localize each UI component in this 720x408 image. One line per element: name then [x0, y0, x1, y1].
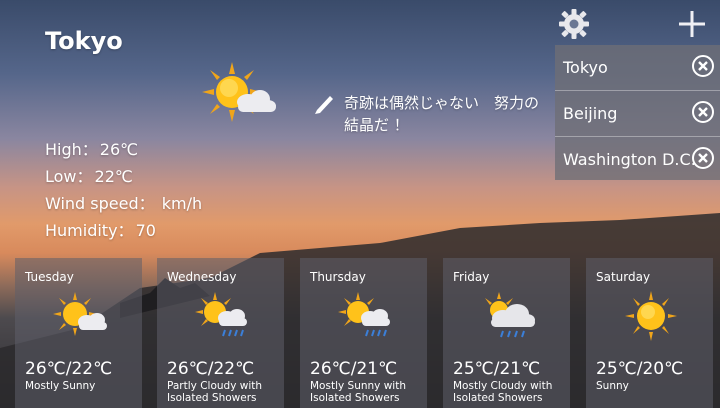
current-stats: High： 26℃ Low： 22℃ Wind speed： km/h Humidi… — [45, 136, 204, 244]
note-content: 奇跡は偶然じゃない 努力の結晶だ ！ — [344, 94, 540, 134]
forecast-temp: 26℃/22℃ — [25, 359, 113, 379]
city-item-label: Beijing — [563, 104, 618, 123]
forecast-card-tuesday[interactable]: Tuesday 26℃/22℃ Mostly Sunny — [15, 258, 142, 408]
forecast-desc: Sunny — [596, 380, 629, 392]
forecast-day: Thursday — [310, 270, 366, 284]
forecast-day: Tuesday — [25, 270, 74, 284]
city-item-tokyo[interactable]: Tokyo — [555, 45, 720, 91]
pencil-icon[interactable] — [312, 92, 336, 114]
forecast-day: Wednesday — [167, 270, 237, 284]
sun-cloud-rain-icon — [338, 292, 390, 337]
forecast-card-wednesday[interactable]: Wednesday 26℃/22℃ Partly Cloudy with Iso… — [157, 258, 284, 408]
wind-value: km/h — [156, 194, 203, 213]
forecast-card-friday[interactable]: Friday 25℃/21℃ Mostly Cloudy with Isolat… — [443, 258, 570, 408]
high-label: High： — [45, 140, 98, 159]
forecast-desc: Mostly Cloudy with Isolated Showers — [453, 380, 553, 404]
forecast-temp: 26℃/21℃ — [310, 359, 398, 379]
note-text[interactable]: 奇跡は偶然じゃない 努力の結晶だ ！ — [312, 92, 540, 136]
humidity-value: 70 — [135, 221, 156, 240]
sun-icon — [625, 291, 677, 341]
wind-row: Wind speed： km/h — [45, 190, 204, 217]
humidity-label: Humidity： — [45, 221, 134, 240]
high-row: High： 26℃ — [45, 136, 204, 163]
forecast-card-saturday[interactable]: Saturday 25℃/20℃ Sunny — [586, 258, 713, 408]
city-item-beijing[interactable]: Beijing — [555, 91, 720, 137]
city-title: Tokyo — [45, 27, 123, 55]
low-label: Low： — [45, 167, 93, 186]
low-value: 22℃ — [94, 167, 133, 186]
city-list-dropdown: Tokyo Beijing Washington D.C. — [555, 45, 720, 180]
low-row: Low： 22℃ — [45, 163, 204, 190]
forecast-desc: Mostly Sunny — [25, 380, 96, 392]
forecast-temp: 25℃/20℃ — [596, 359, 684, 379]
add-city-icon[interactable] — [675, 7, 709, 41]
forecast-temp: 25℃/21℃ — [453, 359, 541, 379]
forecast-desc: Partly Cloudy with Isolated Showers — [167, 380, 263, 404]
forecast-desc: Mostly Sunny with Isolated Showers — [310, 380, 406, 404]
gear-icon[interactable] — [557, 7, 591, 41]
remove-city-icon[interactable] — [692, 147, 714, 169]
cloud-rain-icon — [485, 292, 535, 338]
high-value: 26℃ — [99, 140, 139, 159]
forecast-temp: 26℃/22℃ — [167, 359, 255, 379]
forecast-card-thursday[interactable]: Thursday 26℃/21℃ Mostly Sunny with Isola… — [300, 258, 427, 408]
sun-cloud-icon — [53, 292, 107, 336]
wind-label: Wind speed： — [45, 194, 155, 213]
remove-city-icon[interactable] — [692, 101, 714, 123]
city-item-washington[interactable]: Washington D.C. — [555, 137, 720, 182]
current-weather-sun-cloud-icon — [202, 62, 276, 122]
remove-city-icon[interactable] — [692, 55, 714, 77]
city-item-label: Tokyo — [563, 58, 608, 77]
forecast-day: Saturday — [596, 270, 651, 284]
forecast-day: Friday — [453, 270, 490, 284]
sun-cloud-rain-icon — [195, 292, 247, 337]
city-item-label: Washington D.C. — [563, 150, 696, 169]
humidity-row: Humidity： 70 — [45, 217, 204, 244]
